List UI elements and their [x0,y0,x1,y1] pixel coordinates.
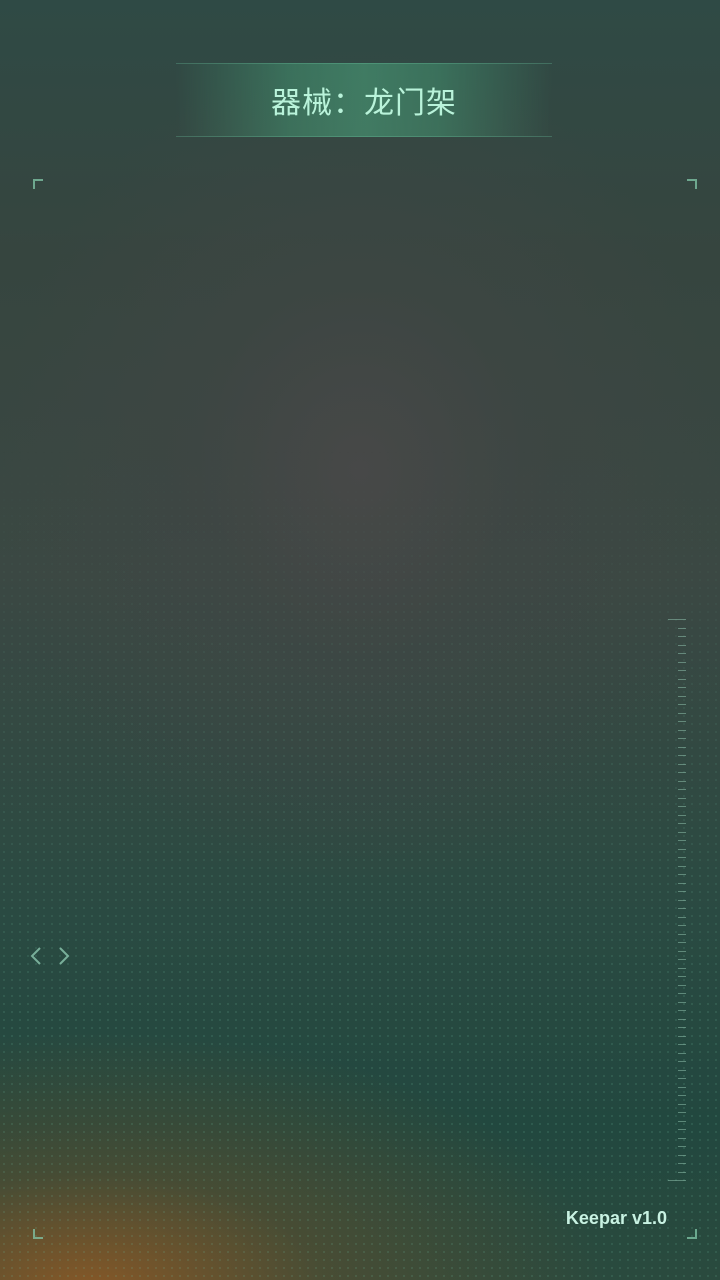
title-banner: 器械：龙门架 [176,63,552,137]
frame-corner-bottom-left [33,1229,43,1239]
frame-corner-bottom-right [687,1229,697,1239]
frame-corner-top-right [687,179,697,189]
dot-grid-overlay [0,0,720,1280]
page-title: 器械：龙门架 [271,86,457,121]
nav-arrows [28,944,72,968]
frame-corner-top-left [33,179,43,189]
version-label: Keepar v1.0 [565,1208,667,1228]
chevron-right-icon[interactable] [56,944,72,968]
vertical-ruler [666,618,688,1184]
chevron-left-icon[interactable] [28,944,44,968]
